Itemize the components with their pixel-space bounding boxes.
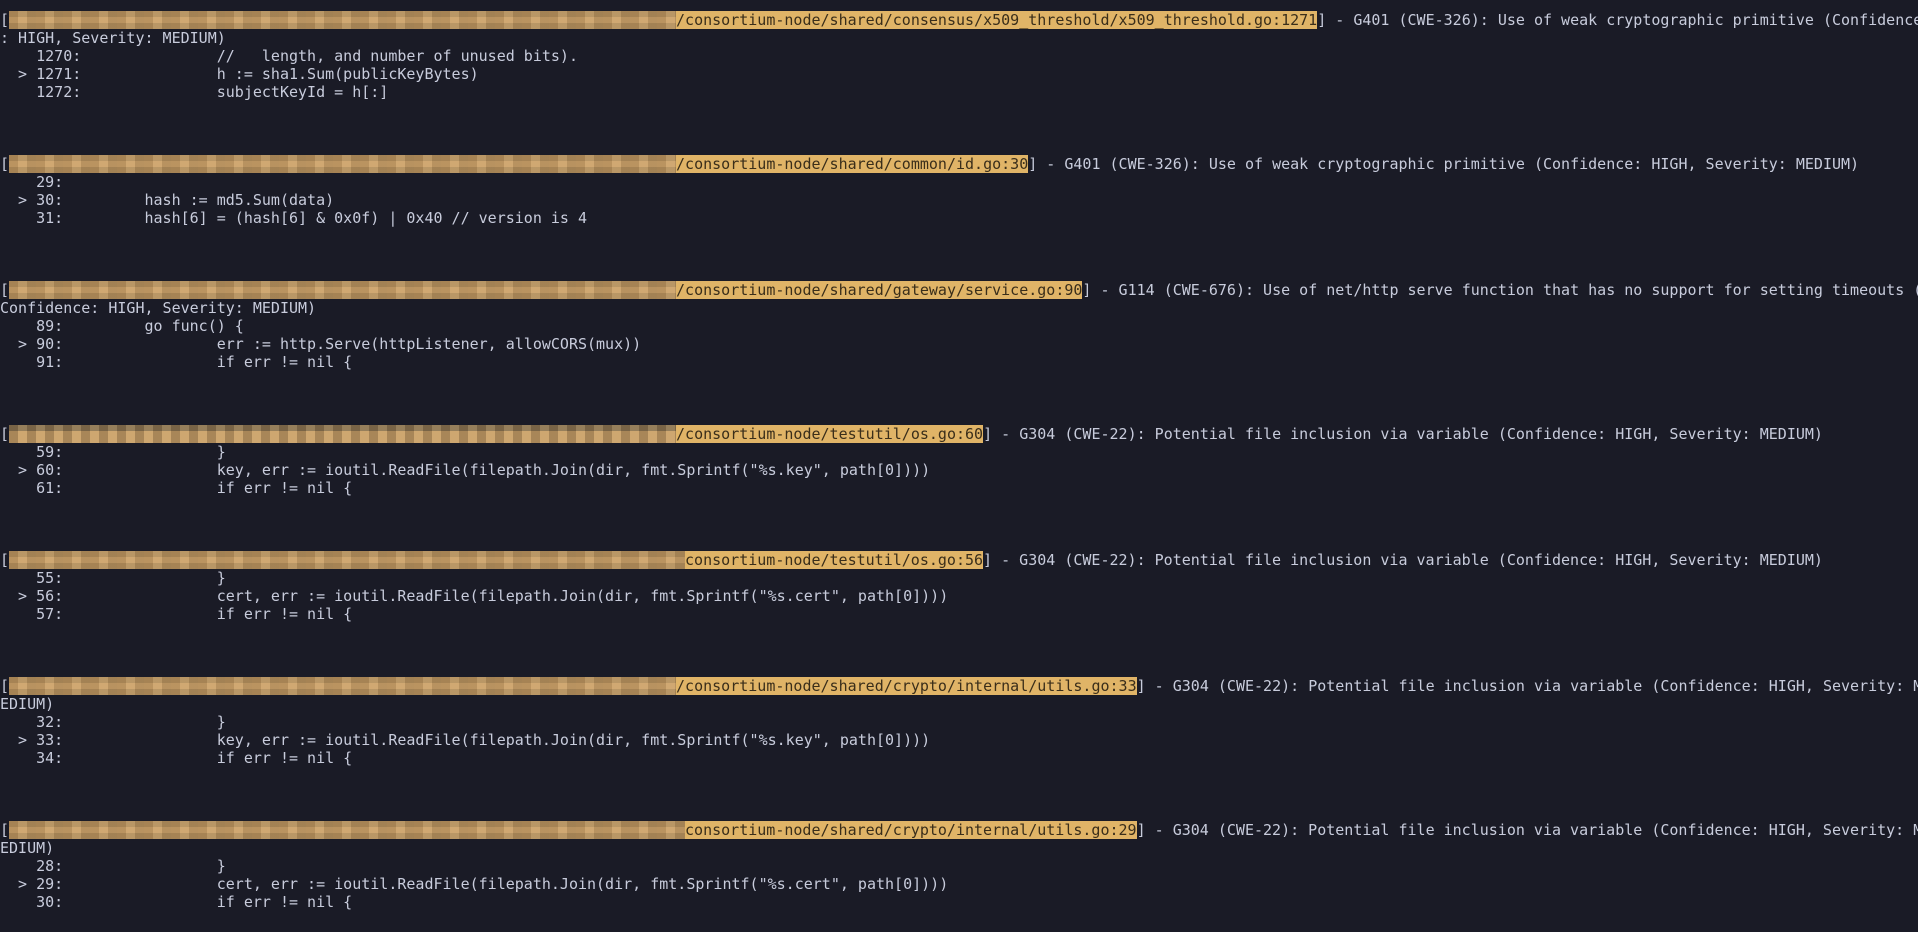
redacted-path-prefix (9, 821, 686, 839)
redacted-path-prefix (9, 551, 686, 569)
code-line-flagged: > 33: key, err := ioutil.ReadFile(filepa… (0, 731, 931, 749)
finding-header: [ /consortium-node/shared/crypto/internal… (0, 677, 1918, 695)
open-bracket: [ (0, 677, 10, 695)
code-line-flagged: > 30: hash := md5.Sum(data) (0, 191, 335, 209)
code-line: 91: if err != nil { (0, 353, 353, 371)
terminal-output[interactable]: [ /consortium-node/shared/consensus/x509_… (0, 0, 1918, 932)
code-line: 61: if err != nil { (0, 479, 353, 497)
finding-header: [ consortium-node/shared/crypto/internal/… (0, 821, 1918, 839)
file-path: consortium-node/shared/crypto/internal/u… (685, 821, 1137, 839)
code-line: 59: } (0, 443, 226, 461)
code-line: 55: } (0, 569, 226, 587)
code-line: 1270: // length, and number of unused bi… (0, 47, 578, 65)
finding-message-wrap: : HIGH, Severity: MEDIUM) (0, 29, 226, 47)
code-line-flagged: > 1271: h := sha1.Sum(publicKeyBytes) (0, 65, 479, 83)
finding-message-wrap: Confidence: HIGH, Severity: MEDIUM) (0, 299, 317, 317)
file-path: /consortium-node/shared/crypto/internal/… (676, 677, 1137, 695)
finding-message: ] - G304 (CWE-22): Potential file inclus… (983, 551, 1823, 569)
finding-message: ] - G304 (CWE-22): Potential file inclus… (983, 425, 1823, 443)
code-line: 34: if err != nil { (0, 749, 353, 767)
open-bracket: [ (0, 551, 10, 569)
finding-message-wrap: EDIUM) (0, 839, 55, 857)
finding-message-wrap: EDIUM) (0, 695, 55, 713)
finding-message: ] - G304 (CWE-22): Potential file inclus… (1136, 821, 1918, 839)
code-line: 28: } (0, 857, 226, 875)
redacted-path-prefix (9, 425, 677, 443)
redacted-path-prefix (9, 11, 677, 29)
redacted-path-prefix (9, 677, 677, 695)
redacted-path-prefix (9, 155, 677, 173)
code-line: 32: } (0, 713, 226, 731)
open-bracket: [ (0, 821, 10, 839)
file-path: /consortium-node/testutil/os.go:60 (676, 425, 984, 443)
finding-header: [ /consortium-node/testutil/os.go:60] - G… (0, 425, 1823, 443)
finding-header: [ /consortium-node/shared/gateway/service… (0, 281, 1918, 299)
code-line: 30: if err != nil { (0, 893, 353, 911)
open-bracket: [ (0, 281, 10, 299)
file-path: /consortium-node/shared/gateway/service.… (676, 281, 1083, 299)
code-line-flagged: > 90: err := http.Serve(httpListener, al… (0, 335, 642, 353)
code-line: 1272: subjectKeyId = h[:] (0, 83, 389, 101)
finding-message: ] - G304 (CWE-22): Potential file inclus… (1136, 677, 1918, 695)
code-line: 57: if err != nil { (0, 605, 353, 623)
code-line-flagged: > 56: cert, err := ioutil.ReadFile(filep… (0, 587, 949, 605)
finding-header: [ consortium-node/testutil/os.go:56] - G3… (0, 551, 1823, 569)
code-line-flagged: > 60: key, err := ioutil.ReadFile(filepa… (0, 461, 931, 479)
redacted-path-prefix (9, 281, 677, 299)
open-bracket: [ (0, 425, 10, 443)
file-path: consortium-node/testutil/os.go:56 (685, 551, 984, 569)
open-bracket: [ (0, 155, 10, 173)
finding-message: ] - G401 (CWE-326): Use of weak cryptogr… (1028, 155, 1860, 173)
finding-message: ] - G401 (CWE-326): Use of weak cryptogr… (1317, 11, 1918, 29)
finding-message: ] - G114 (CWE-676): Use of net/http serv… (1082, 281, 1918, 299)
code-line: 29: (0, 173, 64, 191)
code-line: 89: go func() { (0, 317, 244, 335)
file-path: /consortium-node/shared/consensus/x509_t… (676, 11, 1318, 29)
code-line-flagged: > 29: cert, err := ioutil.ReadFile(filep… (0, 875, 949, 893)
finding-header: [ /consortium-node/shared/common/id.go:30… (0, 155, 1859, 173)
open-bracket: [ (0, 11, 10, 29)
finding-header: [ /consortium-node/shared/consensus/x509_… (0, 11, 1918, 29)
code-line: 31: hash[6] = (hash[6] & 0x0f) | 0x40 //… (0, 209, 587, 227)
file-path: /consortium-node/shared/common/id.go:30 (676, 155, 1029, 173)
